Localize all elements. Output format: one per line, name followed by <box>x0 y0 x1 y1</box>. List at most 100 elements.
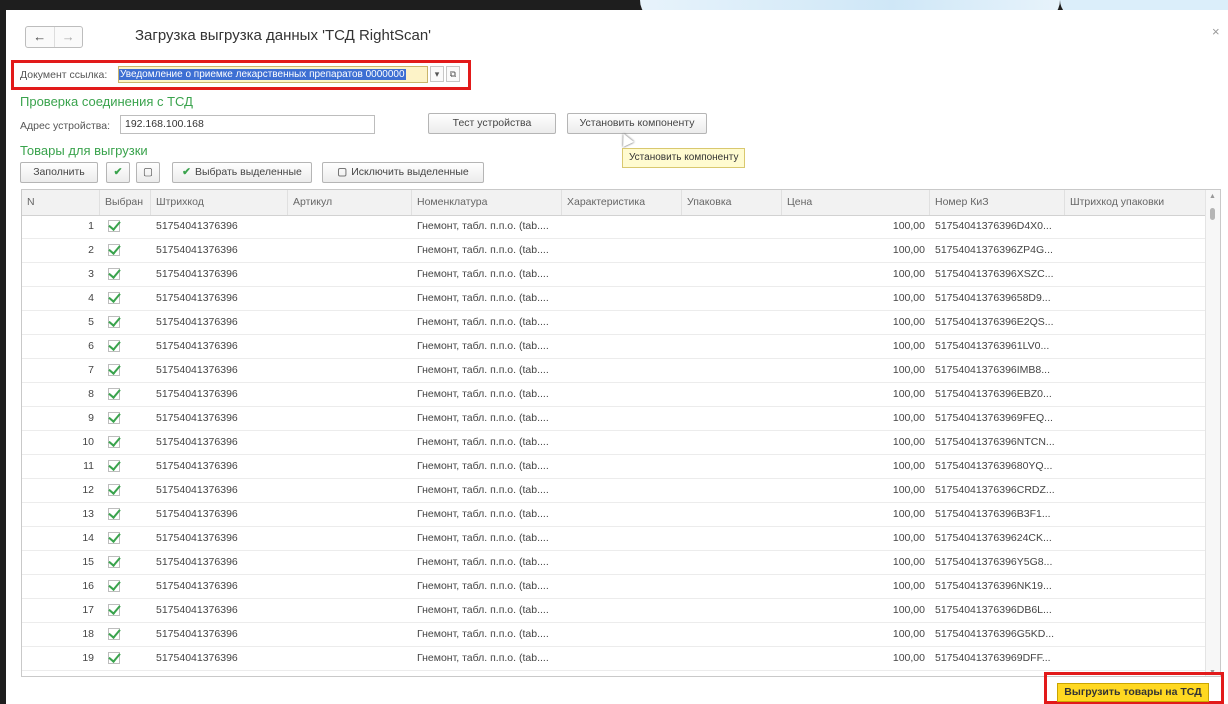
nomenclature-cell: Гнемонт, табл. п.п.о. (tab.... <box>417 220 549 232</box>
vertical-scrollbar[interactable]: ▲ ▼ <box>1205 190 1220 676</box>
dropdown-icon[interactable]: ▾ <box>430 66 444 82</box>
table-row[interactable]: 16 51754041376396 Гнемонт, табл. п.п.о. (t… <box>22 575 1207 599</box>
tooltip: Установить компоненту <box>622 148 746 168</box>
forward-arrow-icon[interactable]: → <box>53 27 83 47</box>
selected-checkbox[interactable] <box>108 628 120 640</box>
price-cell: 100,00 <box>892 580 925 592</box>
row-number: 5 <box>88 316 94 328</box>
kiz-number-cell: 51754041376396­24CK... <box>935 532 1052 544</box>
barcode-cell: 51754041376396 <box>156 532 238 544</box>
kiz-number-cell: 51754041376396­1LV0... <box>935 340 1050 352</box>
table-row[interactable]: 2 51754041376396 Гнемонт, табл. п.п.о. (ta… <box>22 239 1207 263</box>
table-row[interactable]: 7 51754041376396 Гнемонт, табл. п.п.о. (ta… <box>22 359 1207 383</box>
column-header[interactable]: N <box>22 190 100 215</box>
price-cell: 100,00 <box>892 268 925 280</box>
column-header[interactable]: Упаковка <box>682 190 782 215</box>
selected-checkbox[interactable] <box>108 484 120 496</box>
selected-checkbox[interactable] <box>108 508 120 520</box>
address-label: Адрес устройства: <box>20 120 110 132</box>
table-row[interactable]: 3 51754041376396 Гнемонт, табл. п.п.о. (ta… <box>22 263 1207 287</box>
selected-checkbox[interactable] <box>108 412 120 424</box>
select-highlighted-button[interactable]: ✔ Выбрать выделенные <box>172 162 312 183</box>
table-row[interactable]: 6 51754041376396 Гнемонт, табл. п.п.о. (ta… <box>22 335 1207 359</box>
scroll-up-icon[interactable]: ▲ <box>1209 193 1216 200</box>
uncheck-all-icon[interactable]: ▢ <box>136 162 160 183</box>
barcode-cell: 51754041376396 <box>156 316 238 328</box>
exclude-highlighted-button[interactable]: ▢ Исключить выделенные <box>322 162 484 183</box>
table-row[interactable]: 18 51754041376396 Гнемонт, табл. п.п.о. (t… <box>22 623 1207 647</box>
table-row[interactable]: 4 51754041376396 Гнемонт, табл. п.п.о. (ta… <box>22 287 1207 311</box>
selected-checkbox[interactable] <box>108 316 120 328</box>
table-row[interactable]: 12 51754041376396 Гнемонт, табл. п.п.о. (t… <box>22 479 1207 503</box>
barcode-cell: 51754041376396 <box>156 604 238 616</box>
kiz-number-cell: 51754041376396NK19... <box>935 580 1052 592</box>
install-component-button[interactable]: Установить компоненту <box>567 113 707 134</box>
barcode-cell: 51754041376396 <box>156 556 238 568</box>
barcode-cell: 51754041376396 <box>156 580 238 592</box>
selected-checkbox[interactable] <box>108 388 120 400</box>
check-all-icon[interactable]: ✔ <box>106 162 130 183</box>
price-cell: 100,00 <box>892 316 925 328</box>
table-row[interactable]: 17 51754041376396 Гнемонт, табл. п.п.о. (t… <box>22 599 1207 623</box>
column-header[interactable]: Цена <box>782 190 930 215</box>
table-row[interactable]: 8 51754041376396 Гнемонт, табл. п.п.о. (ta… <box>22 383 1207 407</box>
table-row[interactable]: 9 51754041376396 Гнемонт, табл. п.п.о. (ta… <box>22 407 1207 431</box>
selected-checkbox[interactable] <box>108 220 120 232</box>
table-row[interactable]: 19 51754041376396 Гнемонт, табл. п.п.о. (t… <box>22 647 1207 671</box>
nomenclature-cell: Гнемонт, табл. п.п.о. (tab.... <box>417 244 549 256</box>
selected-checkbox[interactable] <box>108 604 120 616</box>
document-field[interactable]: Уведомление о приемке лекарственных преп… <box>118 66 428 83</box>
table-row[interactable]: 10 51754041376396 Гнемонт, табл. п.п.о. (t… <box>22 431 1207 455</box>
column-header[interactable]: Выбран <box>100 190 151 215</box>
column-header[interactable]: Характеристика <box>562 190 682 215</box>
uncheck-icon: ▢ <box>337 166 348 178</box>
column-header[interactable]: Номенклатура <box>412 190 562 215</box>
selected-checkbox[interactable] <box>108 268 120 280</box>
price-cell: 100,00 <box>892 388 925 400</box>
nomenclature-cell: Гнемонт, табл. п.п.о. (tab.... <box>417 460 549 472</box>
nomenclature-cell: Гнемонт, табл. п.п.о. (tab.... <box>417 604 549 616</box>
window-title: Загрузка выгрузка данных 'ТСД RightScan' <box>135 27 432 44</box>
scrollbar-thumb[interactable] <box>1210 208 1215 220</box>
barcode-cell: 51754041376396 <box>156 268 238 280</box>
back-arrow-icon[interactable]: ← <box>26 27 54 47</box>
selected-checkbox[interactable] <box>108 244 120 256</box>
selected-checkbox[interactable] <box>108 532 120 544</box>
selected-checkbox[interactable] <box>108 580 120 592</box>
price-cell: 100,00 <box>892 436 925 448</box>
row-number: 16 <box>82 580 94 592</box>
selected-checkbox[interactable] <box>108 340 120 352</box>
selected-checkbox[interactable] <box>108 364 120 376</box>
goods-table: N Выбран Штрихкод Артикул Номенклатура Характ… <box>21 189 1221 677</box>
table-row[interactable]: 15 51754041376396 Гнемонт, табл. п.п.о. (t… <box>22 551 1207 575</box>
selected-checkbox[interactable] <box>108 436 120 448</box>
selected-checkbox[interactable] <box>108 652 120 664</box>
barcode-cell: 51754041376396 <box>156 652 238 664</box>
barcode-cell: 51754041376396 <box>156 244 238 256</box>
table-row[interactable]: 11 51754041376396 Гнемонт, табл. п.п.о. (t… <box>22 455 1207 479</box>
test-device-button[interactable]: Тест устройства <box>428 113 556 134</box>
selected-checkbox[interactable] <box>108 460 120 472</box>
row-number: 6 <box>88 340 94 352</box>
table-row[interactable]: 14 51754041376396 Гнемонт, табл. п.п.о. (t… <box>22 527 1207 551</box>
barcode-cell: 51754041376396 <box>156 292 238 304</box>
price-cell: 100,00 <box>892 292 925 304</box>
table-row[interactable]: 13 51754041376396 Гнемонт, табл. п.п.о. (t… <box>22 503 1207 527</box>
column-header[interactable]: Номер КиЗ <box>930 190 1065 215</box>
export-to-tsd-button[interactable]: Выгрузить товары на ТСД <box>1057 683 1209 702</box>
column-header[interactable]: Штрихкод упаковки <box>1065 190 1207 215</box>
kiz-number-cell: 51754041376396­58D9... <box>935 292 1051 304</box>
column-header[interactable]: Штрихкод <box>151 190 288 215</box>
column-header[interactable]: Артикул <box>288 190 412 215</box>
selected-checkbox[interactable] <box>108 556 120 568</box>
fill-button[interactable]: Заполнить <box>20 162 98 183</box>
open-link-icon[interactable]: ⧉ <box>446 66 460 82</box>
barcode-cell: 51754041376396 <box>156 508 238 520</box>
address-input[interactable]: 192.168.100.168 <box>120 115 375 134</box>
table-row[interactable]: 5 51754041376396 Гнемонт, табл. п.п.о. (ta… <box>22 311 1207 335</box>
selected-checkbox[interactable] <box>108 292 120 304</box>
table-row[interactable]: 1 51754041376396 Гнемонт, табл. п.п.о. (ta… <box>22 215 1207 239</box>
close-icon[interactable]: × <box>1212 24 1220 39</box>
row-number: 19 <box>82 652 94 664</box>
row-number: 7 <box>88 364 94 376</box>
